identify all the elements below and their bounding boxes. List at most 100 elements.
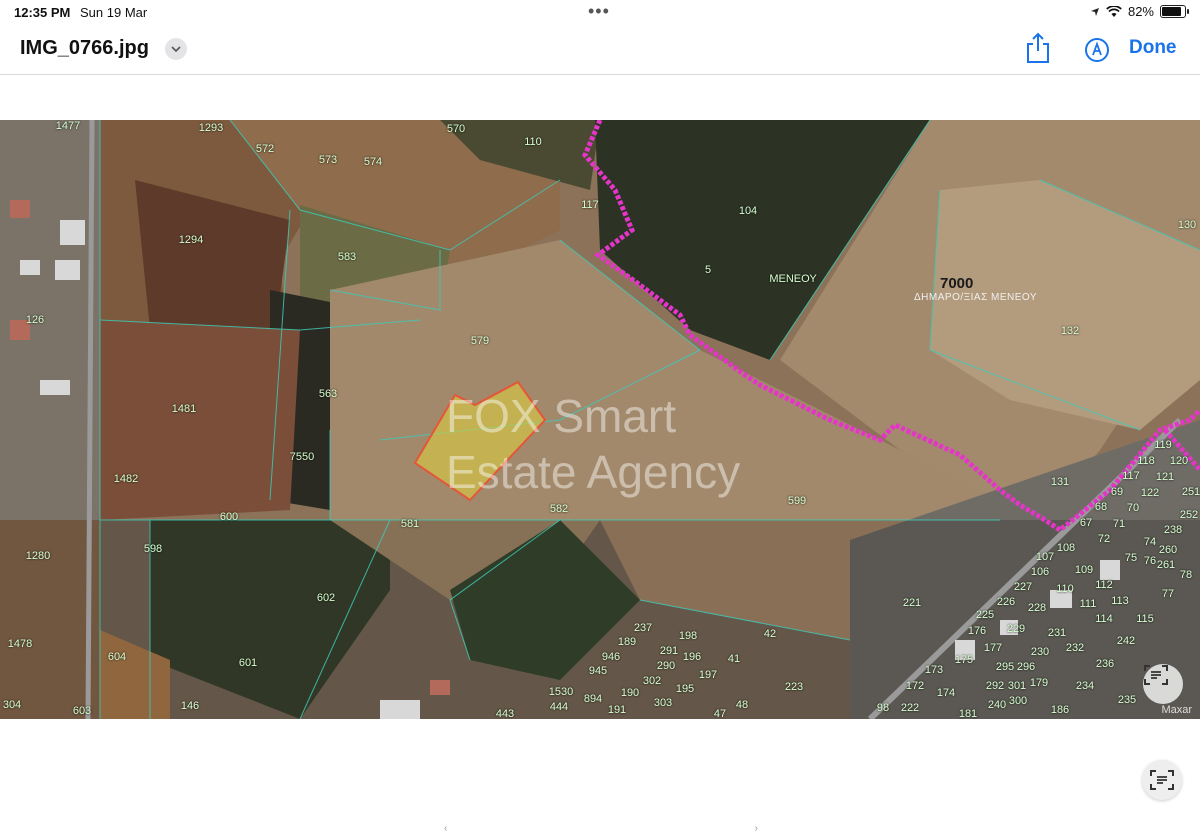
parcel-number: 108 [1056, 542, 1076, 554]
municipality-label: ΔΗΜΑΡΟ/ΞΙΑΣ ΜΕΝΕΟΥ [914, 292, 1038, 303]
parcel-number: 234 [1075, 680, 1095, 692]
parcel-number: 225 [975, 609, 995, 621]
share-icon[interactable] [1024, 32, 1052, 64]
parcel-number: 70 [1126, 502, 1140, 514]
parcel-number: 251 [1181, 486, 1200, 498]
parcel-number: 114 [1095, 613, 1113, 625]
parcel-number: 227 [1013, 581, 1033, 593]
parcel-number: 572 [255, 143, 275, 155]
wifi-icon [1106, 5, 1122, 17]
parcel-number: 186 [1050, 704, 1070, 716]
parcel-number: 110 [1056, 583, 1074, 595]
municipality-code: 7000 [940, 275, 974, 292]
parcel-number: 1530 [548, 686, 574, 698]
parcel-number: 75 [1124, 552, 1138, 564]
parcel-number: 119 [1154, 439, 1172, 451]
parcel-number: 222 [900, 702, 920, 714]
parcel-number: 240 [987, 699, 1007, 711]
parcel-number: 176 [967, 625, 987, 637]
parcel-number: 579 [470, 335, 490, 347]
parcel-number: 174 [936, 687, 956, 699]
parcel-number: 196 [682, 651, 702, 663]
parcel-number: 604 [107, 651, 127, 663]
parcel-number: 563 [318, 388, 338, 400]
file-title[interactable]: IMG_0766.jpg [20, 37, 149, 60]
parcel-number: 1477 [55, 120, 81, 132]
parcel-number: 1482 [113, 473, 139, 485]
parcel-number: 117 [581, 199, 599, 211]
parcel-number: 110 [524, 136, 542, 148]
status-date: Sun 19 Mar [80, 5, 148, 20]
scrubber-right-icon[interactable]: › [755, 823, 758, 834]
parcel-number: 175 [954, 654, 974, 666]
parcel-number: 252 [1179, 509, 1199, 521]
parcel-number: 300 [1008, 695, 1028, 707]
parcel-number: 603 [72, 705, 92, 717]
parcel-number: 231 [1047, 627, 1067, 639]
status-bar: 12:35 PM Sun 19 Mar ••• 82% [0, 0, 1200, 26]
parcel-number: 230 [1030, 646, 1050, 658]
navigation-bar: IMG_0766.jpg Done [0, 26, 1200, 75]
parcel-number: 191 [607, 704, 627, 716]
status-time: 12:35 PM [14, 5, 71, 20]
parcel-number: 894 [583, 693, 603, 705]
parcel-number: 112 [1095, 579, 1113, 591]
parcel-number: 42 [763, 628, 777, 640]
parcel-number: 295 [995, 661, 1015, 673]
parcel-number: 303 [653, 697, 673, 709]
battery-percent: 82% [1127, 4, 1154, 19]
parcel-number: 574 [363, 156, 383, 168]
parcel-number: 121 [1155, 471, 1175, 483]
parcel-number: 292 [985, 680, 1005, 692]
page-scrubber[interactable]: ‹ › [444, 823, 758, 834]
parcel-number: 229 [1006, 623, 1026, 635]
markup-icon[interactable] [1084, 37, 1110, 63]
parcel-number: 195 [675, 683, 695, 695]
parcel-number: 228 [1027, 602, 1047, 614]
parcel-number: 72 [1097, 533, 1111, 545]
parcel-number: 444 [549, 701, 569, 713]
parcel-number: 41 [727, 653, 741, 665]
parcel-number: 570 [446, 123, 466, 135]
parcel-number: 106 [1030, 566, 1050, 578]
parcel-number: 131 [1050, 476, 1070, 488]
parcel-number: 197 [698, 669, 718, 681]
parcel-number: 179 [1029, 677, 1049, 689]
parcel-number: 601 [238, 657, 258, 669]
parcel-number: 198 [678, 630, 698, 642]
parcel-number: 301 [1007, 680, 1027, 692]
parcel-number: 226 [996, 596, 1016, 608]
parcel-number: 120 [1169, 455, 1189, 467]
live-text-icon[interactable] [1142, 760, 1182, 800]
parcel-number: 78 [1179, 569, 1193, 581]
cadastral-map-image[interactable]: 1477 1293 570 110 572 573 574 117 104 130 1294 583 5… [0, 120, 1200, 719]
parcel-number: 946 [601, 651, 621, 663]
parcel-number: 146 [180, 700, 200, 712]
parcel-number: 602 [316, 592, 336, 604]
parcel-number: 132 [1060, 325, 1080, 337]
parcel-number: 236 [1095, 658, 1115, 670]
parcel-number: 291 [659, 645, 679, 657]
parcel-number: 130 [1177, 219, 1197, 231]
parcel-number: 1478 [7, 638, 33, 650]
parcel-number: 126 [25, 314, 45, 326]
parcel-number: 74 [1143, 536, 1157, 548]
parcel-number: 583 [337, 251, 357, 263]
parcel-number: 109 [1074, 564, 1094, 576]
done-button[interactable]: Done [1129, 37, 1177, 59]
multitasking-dots-icon[interactable]: ••• [588, 1, 610, 22]
chevron-down-icon[interactable] [165, 38, 187, 60]
parcel-number: 67 [1079, 517, 1093, 529]
scrubber-left-icon[interactable]: ‹ [444, 823, 447, 834]
parcel-number: 443 [495, 708, 515, 719]
parcel-number: 232 [1065, 642, 1085, 654]
parcel-number: 945 [588, 665, 608, 677]
parcel-number: 238 [1163, 524, 1183, 536]
live-text-icon[interactable] [1143, 664, 1183, 704]
parcel-number: 48 [735, 699, 749, 711]
parcel-number: 76 [1143, 555, 1157, 567]
location-icon [1090, 7, 1099, 16]
parcel-number: 235 [1117, 694, 1137, 706]
parcel-number: 260 [1158, 544, 1178, 556]
parcel-number: 47 [713, 708, 727, 719]
